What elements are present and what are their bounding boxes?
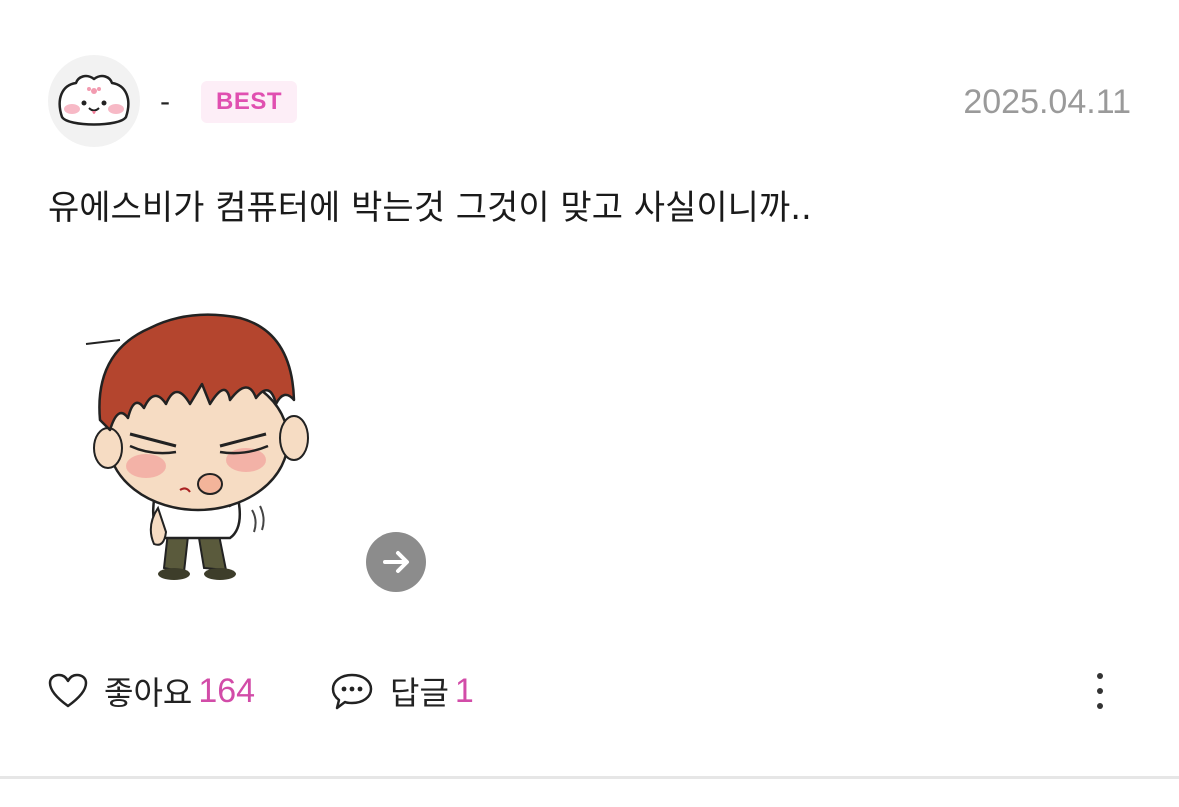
like-button[interactable]: 좋아요 164 — [48, 668, 255, 714]
more-vertical-icon — [1097, 673, 1103, 709]
reply-button[interactable]: 답글 1 — [330, 668, 474, 714]
author-nickname[interactable]: - — [160, 82, 170, 122]
arrow-right-icon — [383, 551, 409, 573]
speech-bubble-icon — [331, 673, 373, 710]
comment-date: 2025.04.11 — [963, 83, 1131, 121]
author-avatar[interactable] — [48, 55, 140, 147]
sticker-next-button[interactable] — [366, 532, 426, 592]
comment-sticker — [80, 300, 320, 590]
reply-label: 답글 — [390, 674, 449, 712]
like-count: 164 — [198, 671, 256, 710]
bunny-face-icon — [58, 74, 130, 126]
heart-icon — [48, 673, 88, 708]
best-badge: BEST — [201, 81, 297, 123]
like-label: 좋아요 — [104, 674, 193, 712]
bottom-divider — [0, 776, 1179, 779]
comment-text: 유에스비가 컴퓨터에 박는것 그것이 맞고 사실이니까.. — [48, 188, 812, 228]
more-options-button[interactable] — [1080, 668, 1120, 714]
reply-count: 1 — [454, 671, 474, 710]
